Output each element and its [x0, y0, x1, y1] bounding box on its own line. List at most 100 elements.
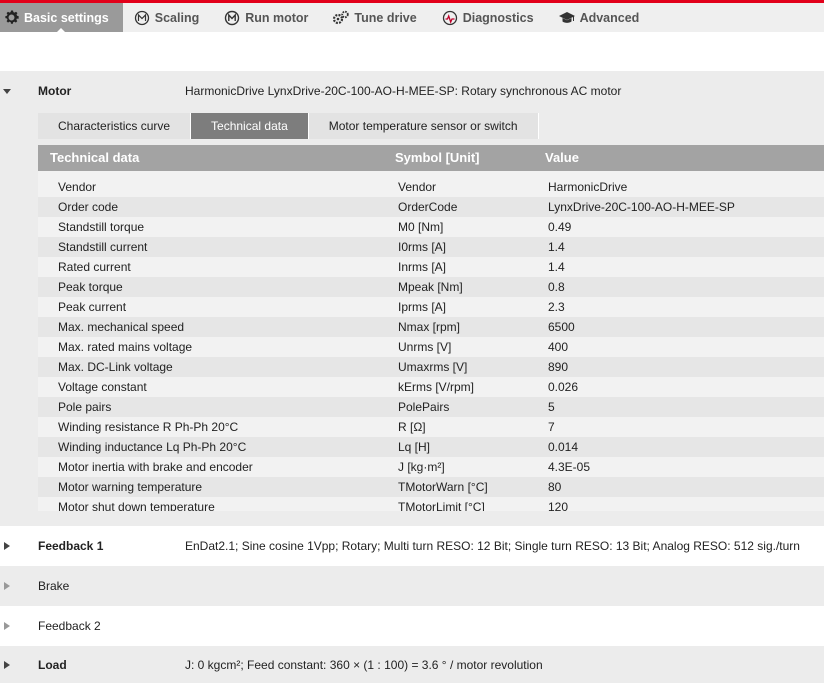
- tab-basic-settings[interactable]: Basic settings: [0, 3, 123, 33]
- motor-subtabs: Characteristics curve Technical data Mot…: [38, 113, 539, 139]
- tab-label: Diagnostics: [462, 10, 534, 25]
- cell-symbol: Iprms [A]: [398, 300, 447, 314]
- table-row: Motor shut down temperature TMotorLimit […: [38, 497, 824, 511]
- brake-section-header[interactable]: Brake: [0, 566, 824, 606]
- section-title: Motor: [38, 84, 72, 98]
- table-header: Technical data Symbol [Unit] Value: [38, 145, 824, 171]
- section-title: Brake: [38, 579, 70, 593]
- cell-name: Motor warning temperature: [58, 480, 203, 494]
- cell-name: Pole pairs: [58, 400, 112, 414]
- tab-tune-drive[interactable]: Tune drive: [328, 3, 430, 32]
- tab-run-motor[interactable]: Run motor: [219, 3, 322, 32]
- cell-symbol: Unrms [V]: [398, 340, 452, 354]
- subtab-technical-data[interactable]: Technical data: [191, 113, 309, 139]
- table-row: Max. mechanical speed Nmax [rpm] 6500: [38, 317, 824, 337]
- cell-value: 400: [548, 340, 569, 354]
- cell-symbol: OrderCode: [398, 200, 458, 214]
- spacer: [0, 32, 824, 71]
- cell-value: 0.49: [548, 220, 572, 234]
- column-header: Technical data: [50, 150, 140, 165]
- table-row: Motor inertia with brake and encoder J [k…: [38, 457, 824, 477]
- table-row: Max. rated mains voltage Unrms [V] 400: [38, 337, 824, 357]
- cell-value: 0.8: [548, 280, 565, 294]
- cell-name: Peak torque: [58, 280, 123, 294]
- cell-value: 6500: [548, 320, 575, 334]
- expand-triangle-icon: [2, 581, 12, 591]
- column-header: Value: [545, 150, 579, 165]
- cell-name: Vendor: [58, 180, 97, 194]
- cell-symbol: J [kg·m²]: [398, 460, 445, 474]
- expand-triangle-icon: [2, 660, 12, 670]
- cell-name: Peak current: [58, 300, 127, 314]
- cell-symbol: Inrms [A]: [398, 260, 447, 274]
- cell-value: 7: [548, 420, 555, 434]
- diagnostics-icon: [441, 9, 459, 27]
- section-description: HarmonicDrive LynxDrive-20C-100-AO-H-MEE…: [185, 84, 622, 98]
- main-nav: Basic settings Scaling Run motor Tune dr…: [0, 0, 824, 33]
- section-title: Feedback 1: [38, 539, 104, 553]
- technical-data-table: Technical data Symbol [Unit] Value Vendo…: [38, 145, 824, 511]
- table-body: Vendor Vendor HarmonicDrive Order code Orde…: [38, 177, 824, 511]
- table-row: Motor warning temperature TMotorWarn [°C]…: [38, 477, 824, 497]
- table-row: Winding resistance R Ph-Ph 20°C R [Ω] 7: [38, 417, 824, 437]
- cell-name: Max. mechanical speed: [58, 320, 185, 334]
- tab-advanced[interactable]: Advanced: [554, 3, 654, 32]
- cell-value: 0.026: [548, 380, 579, 394]
- feedback1-section-header[interactable]: Feedback 1 EnDat2.1; Sine cosine 1Vpp; R…: [0, 526, 824, 566]
- table-row: Standstill current I0rms [A] 1.4: [38, 237, 824, 257]
- cell-symbol: kErms [V/rpm]: [398, 380, 475, 394]
- cell-value: 2.3: [548, 300, 565, 314]
- expand-triangle-icon: [2, 541, 12, 551]
- tab-label: Run motor: [245, 10, 309, 25]
- subtab-temperature-sensor[interactable]: Motor temperature sensor or switch: [308, 113, 539, 139]
- cell-value: HarmonicDrive: [548, 180, 628, 194]
- section-description: J: 0 kgcm²; Feed constant: 360 × (1 : 10…: [185, 657, 543, 672]
- expand-triangle-icon: [2, 621, 12, 631]
- cell-symbol: Nmax [rpm]: [398, 320, 461, 334]
- cell-name: Max. rated mains voltage: [58, 340, 193, 354]
- tab-label: Scaling: [154, 10, 200, 25]
- motor-icon: [223, 9, 241, 27]
- table-row: Peak torque Mpeak [Nm] 0.8: [38, 277, 824, 297]
- scaling-icon: [133, 9, 151, 27]
- collapse-triangle-icon: [2, 86, 12, 96]
- tab-scaling[interactable]: Scaling: [129, 3, 213, 32]
- table-row: Max. DC-Link voltage Umaxrms [V] 890: [38, 357, 824, 377]
- cell-name: Standstill current: [58, 240, 148, 254]
- gears-icon: [332, 9, 350, 27]
- cell-symbol: PolePairs: [398, 400, 450, 414]
- table-row: Pole pairs PolePairs 5: [38, 397, 824, 417]
- cell-name: Rated current: [58, 260, 131, 274]
- cell-name: Motor inertia with brake and encoder: [58, 460, 253, 474]
- cell-name: Max. DC-Link voltage: [58, 360, 173, 374]
- tab-diagnostics[interactable]: Diagnostics: [437, 3, 548, 32]
- cell-name: Order code: [58, 200, 119, 214]
- feedback2-section-header[interactable]: Feedback 2: [0, 606, 824, 646]
- cell-value: LynxDrive-20C-100-AO-H-MEE-SP: [548, 200, 735, 214]
- cell-value: 5: [548, 400, 555, 414]
- tab-label: Basic settings: [24, 10, 109, 25]
- table-row: Peak current Iprms [A] 2.3: [38, 297, 824, 317]
- cell-value: 80: [548, 480, 562, 494]
- cell-name: Motor shut down temperature: [58, 500, 215, 511]
- motor-section-header[interactable]: Motor HarmonicDrive LynxDrive-20C-100-AO…: [0, 80, 824, 102]
- cell-value: 1.4: [548, 240, 565, 254]
- cell-symbol: Mpeak [Nm]: [398, 280, 463, 294]
- section-description: EnDat2.1; Sine cosine 1Vpp; Rotary; Mult…: [185, 539, 800, 553]
- cell-name: Standstill torque: [58, 220, 145, 234]
- cell-symbol: Vendor: [398, 180, 437, 194]
- cell-symbol: Lq [H]: [398, 440, 431, 454]
- tab-label: Advanced: [579, 10, 640, 25]
- cell-symbol: Umaxrms [V]: [398, 360, 468, 374]
- column-header: Symbol [Unit]: [395, 150, 480, 165]
- cell-value: 890: [548, 360, 569, 374]
- cell-value: 0.014: [548, 440, 579, 454]
- load-section-header[interactable]: Load J: 0 kgcm²; Feed constant: 360 × (1…: [0, 646, 824, 683]
- graduation-cap-icon: [558, 9, 576, 27]
- table-row: Standstill torque M0 [Nm] 0.49: [38, 217, 824, 237]
- cell-symbol: M0 [Nm]: [398, 220, 444, 234]
- subtab-characteristics-curve[interactable]: Characteristics curve: [38, 113, 192, 139]
- cell-symbol: R [Ω]: [398, 420, 426, 434]
- section-title: Feedback 2: [38, 619, 101, 633]
- cell-name: Winding resistance R Ph-Ph 20°C: [58, 420, 239, 434]
